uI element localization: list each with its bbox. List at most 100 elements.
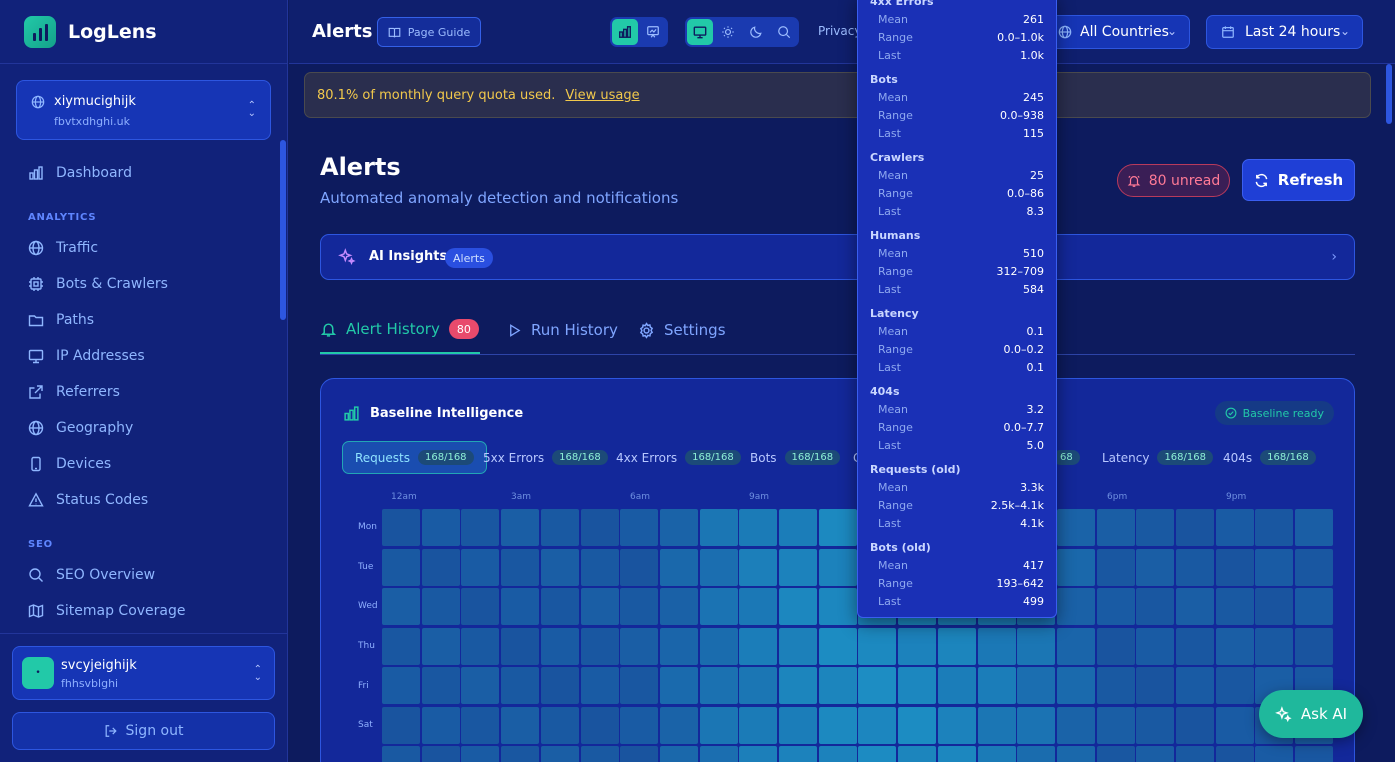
heatmap-cell[interactable] bbox=[1136, 667, 1175, 704]
heatmap-cell[interactable] bbox=[659, 627, 698, 665]
heatmap-cell[interactable] bbox=[1215, 746, 1254, 762]
heatmap-cell[interactable] bbox=[461, 627, 500, 665]
heatmap-cell[interactable] bbox=[382, 746, 420, 762]
search-button[interactable] bbox=[771, 19, 797, 45]
heatmap-cell[interactable] bbox=[1295, 588, 1334, 625]
page-guide-button[interactable]: Page Guide bbox=[377, 17, 481, 47]
heatmap-cell[interactable] bbox=[818, 706, 857, 744]
heatmap-cell[interactable] bbox=[620, 548, 659, 586]
heatmap-cell[interactable] bbox=[1176, 746, 1214, 762]
heatmap-cell[interactable] bbox=[858, 746, 897, 762]
heatmap-cell[interactable] bbox=[898, 746, 937, 762]
metric-tab-5xx[interactable]: 5xx Errors 168/168 bbox=[471, 441, 620, 474]
heatmap-cell[interactable] bbox=[540, 667, 579, 704]
heatmap-cell[interactable] bbox=[937, 627, 976, 665]
refresh-button[interactable]: Refresh bbox=[1242, 159, 1355, 201]
heatmap-cell[interactable] bbox=[1056, 627, 1095, 665]
heatmap-cell[interactable] bbox=[501, 509, 540, 546]
heatmap-cell[interactable] bbox=[898, 667, 937, 704]
heatmap-cell[interactable] bbox=[1096, 706, 1135, 744]
privacy-link[interactable]: Privacy bbox=[818, 24, 861, 38]
heatmap-cell[interactable] bbox=[421, 627, 460, 665]
heatmap-cell[interactable] bbox=[818, 548, 857, 586]
heatmap-cell[interactable] bbox=[1017, 746, 1056, 762]
heatmap-cell[interactable] bbox=[1215, 588, 1254, 625]
metric-tab-4xx[interactable]: 4xx Errors 168/168 bbox=[604, 441, 753, 474]
heatmap-cell[interactable] bbox=[1056, 588, 1095, 625]
tab-settings[interactable]: Settings bbox=[638, 306, 726, 354]
heatmap-cell[interactable] bbox=[659, 667, 698, 704]
heatmap-cell[interactable] bbox=[580, 667, 619, 704]
heatmap-cell[interactable] bbox=[1056, 509, 1095, 546]
heatmap-cell[interactable] bbox=[659, 588, 698, 625]
heatmap-cell[interactable] bbox=[501, 706, 540, 744]
heatmap-cell[interactable] bbox=[1255, 509, 1294, 546]
heatmap-cell[interactable] bbox=[739, 706, 778, 744]
heatmap-cell[interactable] bbox=[1096, 588, 1135, 625]
heatmap-cell[interactable] bbox=[779, 706, 817, 744]
heatmap-cell[interactable] bbox=[1176, 588, 1214, 625]
heatmap-cell[interactable] bbox=[461, 509, 500, 546]
heatmap-cell[interactable] bbox=[818, 509, 857, 546]
heatmap-cell[interactable] bbox=[1176, 627, 1214, 665]
tab-run-history[interactable]: Run History bbox=[507, 306, 618, 354]
heatmap-cell[interactable] bbox=[858, 627, 897, 665]
heatmap-cell[interactable] bbox=[1056, 667, 1095, 704]
metric-tab-latency[interactable]: Latency 168/168 bbox=[1090, 441, 1225, 474]
heatmap-cell[interactable] bbox=[382, 548, 420, 586]
sidebar-item-paths[interactable]: Paths bbox=[28, 312, 94, 328]
sidebar-item-traffic[interactable]: Traffic bbox=[28, 240, 98, 256]
heatmap-cell[interactable] bbox=[1136, 627, 1175, 665]
heatmap-cell[interactable] bbox=[421, 588, 460, 625]
tab-alert-history[interactable]: Alert History 80 bbox=[320, 306, 480, 354]
heatmap-cell[interactable] bbox=[659, 548, 698, 586]
heatmap-cell[interactable] bbox=[937, 667, 976, 704]
heatmap-cell[interactable] bbox=[1017, 706, 1056, 744]
heatmap-cell[interactable] bbox=[461, 667, 500, 704]
heatmap-cell[interactable] bbox=[1255, 588, 1294, 625]
metric-tab-requests[interactable]: Requests 168/168 bbox=[342, 441, 487, 474]
heatmap-cell[interactable] bbox=[461, 746, 500, 762]
dark-theme-button[interactable] bbox=[743, 19, 769, 45]
sidebar-item-devices[interactable]: Devices bbox=[28, 456, 111, 472]
project-switcher[interactable]: xiymucighijk fbvtxdhghi.uk ⌃ ⌄ bbox=[16, 80, 271, 140]
heatmap-cell[interactable] bbox=[739, 746, 778, 762]
heatmap-cell[interactable] bbox=[898, 627, 937, 665]
sidebar-item-geography[interactable]: Geography bbox=[28, 420, 133, 436]
heatmap-cell[interactable] bbox=[540, 588, 579, 625]
light-theme-button[interactable] bbox=[715, 19, 741, 45]
heatmap-cell[interactable] bbox=[620, 746, 659, 762]
heatmap-cell[interactable] bbox=[540, 706, 579, 744]
heatmap-cell[interactable] bbox=[1017, 667, 1056, 704]
heatmap-cell[interactable] bbox=[699, 548, 738, 586]
metric-tab-404s[interactable]: 404s 168/168 bbox=[1211, 441, 1328, 474]
heatmap-cell[interactable] bbox=[699, 627, 738, 665]
heatmap-cell[interactable] bbox=[1295, 627, 1334, 665]
heatmap-cell[interactable] bbox=[1056, 706, 1095, 744]
main-scrollbar[interactable] bbox=[1386, 64, 1392, 124]
heatmap-cell[interactable] bbox=[501, 548, 540, 586]
heatmap-cell[interactable] bbox=[1096, 746, 1135, 762]
heatmap-cell[interactable] bbox=[382, 706, 420, 744]
heatmap-cell[interactable] bbox=[1096, 509, 1135, 546]
heatmap-cell[interactable] bbox=[659, 746, 698, 762]
system-theme-button[interactable] bbox=[687, 19, 713, 45]
brand[interactable]: LogLens bbox=[24, 16, 157, 48]
heatmap-cell[interactable] bbox=[977, 706, 1016, 744]
sign-out-button[interactable]: Sign out bbox=[12, 712, 275, 750]
heatmap-cell[interactable] bbox=[779, 588, 817, 625]
country-select[interactable]: All Countries ⌄ bbox=[1046, 15, 1190, 49]
metric-tab-bots[interactable]: Bots 168/168 bbox=[738, 441, 852, 474]
heatmap-cell[interactable] bbox=[1215, 548, 1254, 586]
heatmap-cell[interactable] bbox=[421, 706, 460, 744]
heatmap-cell[interactable] bbox=[580, 746, 619, 762]
heatmap-cell[interactable] bbox=[461, 588, 500, 625]
heatmap-cell[interactable] bbox=[1176, 667, 1214, 704]
heatmap-cell[interactable] bbox=[898, 706, 937, 744]
user-switcher[interactable]: • svcyjeighijk fhhsvblghi ⌃ ⌄ bbox=[12, 646, 275, 700]
heatmap-cell[interactable] bbox=[1215, 667, 1254, 704]
view-usage-link[interactable]: View usage bbox=[565, 88, 639, 103]
heatmap-cell[interactable] bbox=[659, 509, 698, 546]
heatmap-cell[interactable] bbox=[580, 627, 619, 665]
heatmap-cell[interactable] bbox=[1096, 548, 1135, 586]
